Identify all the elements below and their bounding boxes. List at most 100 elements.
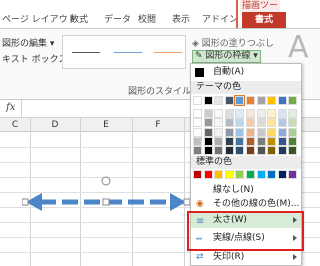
theme-color-swatch[interactable] [267, 127, 277, 137]
menu-no-outline[interactable]: 線なし(N) [191, 183, 301, 198]
standard-color-swatch[interactable] [288, 170, 298, 179]
theme-color-swatch[interactable] [256, 96, 266, 105]
theme-color-swatch[interactable] [288, 127, 298, 137]
tab-addins[interactable]: アドイン [202, 13, 238, 28]
theme-color-swatch[interactable] [235, 146, 245, 155]
theme-color-swatch[interactable] [256, 118, 266, 128]
theme-color-swatch[interactable] [224, 146, 234, 155]
theme-color-swatch[interactable] [203, 127, 213, 137]
theme-color-swatch[interactable] [224, 127, 234, 137]
shape-fill-button[interactable]: ◈ 図形の塗りつぶし [192, 36, 274, 49]
theme-color-swatch[interactable] [214, 109, 224, 119]
style-line-blue[interactable] [114, 52, 142, 53]
theme-color-swatch[interactable] [203, 136, 213, 146]
text-box-button[interactable]: キスト ボックス [2, 52, 67, 65]
theme-color-swatch[interactable] [256, 109, 266, 119]
tab-format[interactable]: 書式 [242, 12, 286, 29]
standard-color-swatch[interactable] [235, 170, 245, 179]
selected-arrow-shape[interactable] [22, 175, 192, 235]
theme-color-swatch[interactable] [214, 146, 224, 155]
theme-color-swatch[interactable] [214, 127, 224, 137]
standard-color-swatch[interactable] [203, 170, 213, 179]
tab-review[interactable]: 校閲 [138, 13, 156, 28]
style-line-dark[interactable] [72, 52, 100, 53]
shape-outline-button[interactable]: ✎ 図形の枠線 ▾ [192, 50, 261, 63]
theme-color-swatch[interactable] [267, 146, 277, 155]
menu-more-colors-label: その他の線の色(M)... [213, 199, 300, 209]
standard-color-swatch[interactable] [246, 170, 255, 179]
column-c[interactable]: C [0, 118, 30, 132]
theme-color-swatch[interactable] [246, 136, 255, 146]
theme-color-swatch[interactable] [203, 109, 213, 119]
shape-styles-group-label: 図形のスタイル [128, 87, 192, 97]
wordart-style-a[interactable]: A [288, 30, 309, 65]
theme-color-swatch[interactable] [246, 146, 255, 155]
theme-color-swatch[interactable] [256, 146, 266, 155]
tab-data[interactable]: データ [104, 13, 131, 28]
theme-color-swatch[interactable] [235, 127, 245, 137]
theme-color-swatch[interactable] [267, 109, 277, 119]
theme-color-swatch[interactable] [203, 96, 213, 105]
theme-color-swatch[interactable] [203, 146, 213, 155]
standard-color-swatch[interactable] [267, 170, 277, 179]
column-f[interactable]: F [132, 118, 184, 132]
theme-color-swatch[interactable] [288, 136, 298, 146]
theme-color-swatch[interactable] [193, 109, 202, 119]
theme-color-swatch[interactable] [246, 96, 255, 105]
tab-view[interactable]: 表示 [172, 13, 190, 28]
theme-color-swatch[interactable] [267, 96, 277, 105]
theme-color-swatch[interactable] [193, 127, 202, 137]
theme-color-swatch[interactable] [288, 118, 298, 128]
theme-color-swatch[interactable] [246, 127, 255, 137]
theme-color-swatch[interactable] [234, 95, 246, 106]
menu-arrows[interactable]: ⇄ 矢印(R) [191, 250, 301, 265]
fx-icon[interactable]: fx [6, 102, 15, 113]
theme-color-swatch[interactable] [224, 118, 234, 128]
theme-color-swatch[interactable] [224, 96, 234, 105]
theme-color-swatch[interactable] [214, 136, 224, 146]
theme-color-swatch[interactable] [277, 136, 287, 146]
standard-color-swatch[interactable] [214, 170, 224, 179]
theme-color-swatch[interactable] [277, 146, 287, 155]
theme-color-swatch[interactable] [214, 96, 224, 105]
column-e[interactable]: E [80, 118, 132, 132]
theme-color-swatch[interactable] [267, 118, 277, 128]
theme-color-swatch[interactable] [193, 136, 202, 146]
theme-color-swatch[interactable] [235, 109, 245, 119]
theme-color-swatch[interactable] [235, 118, 245, 128]
theme-color-swatch[interactable] [193, 118, 202, 128]
standard-color-swatch[interactable] [277, 170, 287, 179]
column-d[interactable]: D [30, 118, 80, 132]
theme-color-swatch[interactable] [214, 118, 224, 128]
theme-color-swatch[interactable] [288, 109, 298, 119]
theme-color-swatch[interactable] [277, 109, 287, 119]
tab-page-layout[interactable]: ページ レイアウト [2, 13, 77, 28]
edit-shape-button[interactable]: 図形の編集 ▾ [2, 36, 54, 49]
theme-color-swatch[interactable] [256, 136, 266, 146]
theme-color-swatch[interactable] [277, 127, 287, 137]
theme-color-swatch[interactable] [246, 109, 255, 119]
theme-color-swatch[interactable] [203, 118, 213, 128]
theme-color-swatch[interactable] [246, 118, 255, 128]
style-line-orange[interactable] [154, 52, 182, 53]
theme-color-swatch[interactable] [193, 96, 202, 105]
theme-color-swatch[interactable] [277, 118, 287, 128]
standard-color-swatch[interactable] [256, 170, 266, 179]
automatic-swatch [195, 68, 204, 77]
theme-color-swatch[interactable] [256, 127, 266, 137]
menu-no-outline-label: 線なし(N) [213, 185, 254, 195]
standard-color-swatch[interactable] [224, 170, 234, 179]
tab-formulas[interactable]: 数式 [70, 13, 88, 28]
menu-more-colors[interactable]: ◉ その他の線の色(M)... [191, 197, 301, 212]
standard-color-swatch[interactable] [193, 170, 202, 179]
theme-color-swatch[interactable] [193, 146, 202, 155]
theme-color-swatch[interactable] [288, 96, 298, 105]
theme-color-swatch[interactable] [224, 136, 234, 146]
theme-color-swatch[interactable] [267, 136, 277, 146]
theme-color-swatch[interactable] [277, 96, 287, 105]
menu-automatic[interactable]: 自動(A) [191, 65, 301, 80]
theme-color-swatch[interactable] [224, 109, 234, 119]
theme-color-swatch[interactable] [288, 146, 298, 155]
standard-colors-header: 標準の色 [191, 156, 301, 169]
theme-color-swatch[interactable] [235, 136, 245, 146]
